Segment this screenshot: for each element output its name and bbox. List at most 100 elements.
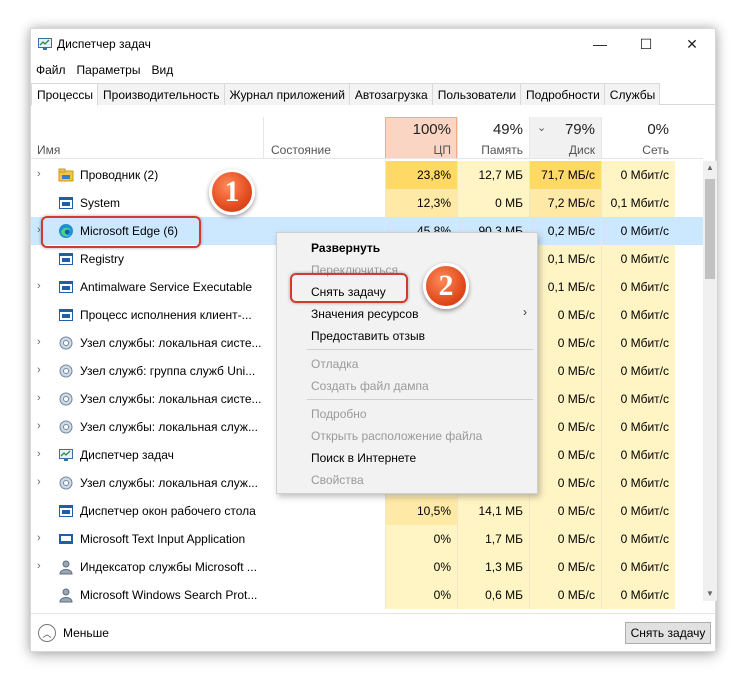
system-icon [58,307,74,323]
gear-icon [58,419,74,435]
close-button[interactable]: ✕ [669,29,715,59]
gear-icon [58,335,74,351]
cell-disk: 0 МБ/с [529,553,601,581]
column-network[interactable]: 0% Сеть [601,117,675,159]
cell-disk: 0,1 МБ/с [529,273,601,301]
ctx-feedback[interactable]: Предоставить отзыв [311,329,425,343]
cell-mem: 0,6 МБ [457,581,529,609]
column-header: Имя Состояние 100% ЦП 49% Память ⌄ 79% Д… [31,117,703,159]
chevron-up-icon[interactable]: ︿ [38,624,56,642]
table-row[interactable]: › Индексатор службы Microsoft ... 0% 1,3 МБ… [31,553,703,581]
cell-cpu: 0% [385,553,457,581]
tab-processes[interactable]: Процессы [31,83,99,106]
tab-strip: Процессы Производительность Журнал прило… [31,83,715,106]
cell-net: 0,1 Мбит/с [601,189,675,217]
cell-cpu: 23,8% [385,161,457,189]
process-name: Диспетчер окон рабочего стола [80,504,256,518]
tab-details[interactable]: Подробности [520,83,605,105]
cell-net: 0 Мбит/с [601,385,675,413]
table-row[interactable]: System 12,3% 0 МБ 7,2 МБ/с 0,1 Мбит/с [31,189,703,217]
column-cpu[interactable]: 100% ЦП [385,117,457,159]
maximize-button[interactable]: ☐ [623,29,669,59]
cell-disk: 0 МБ/с [529,357,601,385]
menu-file[interactable]: Файл [31,59,72,81]
cell-disk: 0 МБ/с [529,413,601,441]
highlight-edge-row [41,216,201,248]
tab-performance[interactable]: Производительность [97,83,225,105]
cell-cpu: 10,5% [385,497,457,525]
cpu-total: 100% [412,121,451,138]
table-row[interactable]: › Microsoft Text Input Application 0% 1,7 М… [31,525,703,553]
cell-net: 0 Мбит/с [601,469,675,497]
cell-mem: 1,7 МБ [457,525,529,553]
cell-net: 0 Мбит/с [601,497,675,525]
column-memory[interactable]: 49% Память [457,117,529,159]
cell-mem: 12,7 МБ [457,161,529,189]
tab-startup[interactable]: Автозагрузка [348,83,433,105]
cell-disk: 0 МБ/с [529,301,601,329]
gear-icon [58,363,74,379]
menu-options[interactable]: Параметры [72,59,147,81]
chevron-right-icon[interactable]: › [37,392,41,404]
ctx-properties: Свойства [311,473,364,487]
cell-net: 0 Мбит/с [601,441,675,469]
fewer-details-link[interactable]: Меньше [63,626,109,640]
chevron-right-icon[interactable]: › [37,364,41,376]
highlight-end-task [290,273,408,303]
tab-users[interactable]: Пользователи [431,83,522,105]
scrollbar-thumb[interactable] [705,179,715,279]
column-disk[interactable]: 79% Диск [529,117,601,159]
process-name: Индексатор службы Microsoft ... [80,560,257,574]
disk-total: 79% [564,121,595,138]
chevron-right-icon[interactable]: › [37,420,41,432]
column-name[interactable]: Имя [37,143,60,157]
system-icon [58,503,74,519]
cell-disk: 0 МБ/с [529,581,601,609]
process-name: Узел службы: локальная систе... [80,336,262,350]
cell-cpu: 0% [385,525,457,553]
tab-services[interactable]: Службы [603,83,661,105]
process-name: Узел службы: локальная служ... [80,476,258,490]
ctx-resource-values[interactable]: Значения ресурсов [311,307,418,321]
table-row[interactable]: Диспетчер окон рабочего стола 10,5% 14,1 М… [31,497,703,525]
cell-net: 0 Мбит/с [601,357,675,385]
cell-net: 0 Мбит/с [601,525,675,553]
table-row[interactable]: Microsoft Windows Search Prot... 0% 0,6 МБ… [31,581,703,609]
end-task-button[interactable]: Снять задачу [625,622,711,644]
column-state-label: Состояние [271,143,331,157]
user-icon [58,587,74,603]
menu-bar: Файл Параметры Вид [31,59,715,81]
cell-cpu: 0% [385,581,457,609]
chevron-right-icon[interactable]: › [37,532,41,544]
scroll-up-icon[interactable]: ▲ [706,163,714,172]
ctx-expand[interactable]: Развернуть [311,241,380,255]
cell-mem: 1,3 МБ [457,553,529,581]
process-name: Процесс исполнения клиент-... [80,308,252,322]
taskmgr-icon [58,447,74,463]
ctx-search-web[interactable]: Поиск в Интернете [311,451,416,465]
table-row[interactable]: › Проводник (2) 23,8% 12,7 МБ 71,7 МБ/с 0 Мби… [31,161,703,189]
ctx-create-dump: Создать файл дампа [311,379,429,393]
cell-cpu: 12,3% [385,189,457,217]
footer: ︿ Меньше Снять задачу [31,613,715,653]
chevron-right-icon[interactable]: › [37,168,41,180]
chevron-right-icon[interactable]: › [37,476,41,488]
menu-view[interactable]: Вид [146,59,179,81]
process-name: Registry [80,252,125,266]
task-manager-icon [38,38,52,50]
chevron-right-icon[interactable]: › [37,336,41,348]
chevron-right-icon[interactable]: › [37,280,41,292]
tab-app-history[interactable]: Журнал приложений [223,83,350,105]
cell-net: 0 Мбит/с [601,301,675,329]
cell-disk: 0,2 МБ/с [529,217,601,245]
cell-disk: 0 МБ/с [529,385,601,413]
scroll-down-icon[interactable]: ▼ [706,589,714,598]
cell-disk: 0 МБ/с [529,525,601,553]
chevron-right-icon[interactable]: › [37,448,41,460]
cell-disk: 0,1 МБ/с [529,245,601,273]
system-icon [58,195,74,211]
chevron-right-icon[interactable]: › [37,560,41,572]
minimize-button[interactable]: — [577,29,623,59]
ctx-details: Подробно [311,407,367,421]
memory-total: 49% [492,121,523,138]
